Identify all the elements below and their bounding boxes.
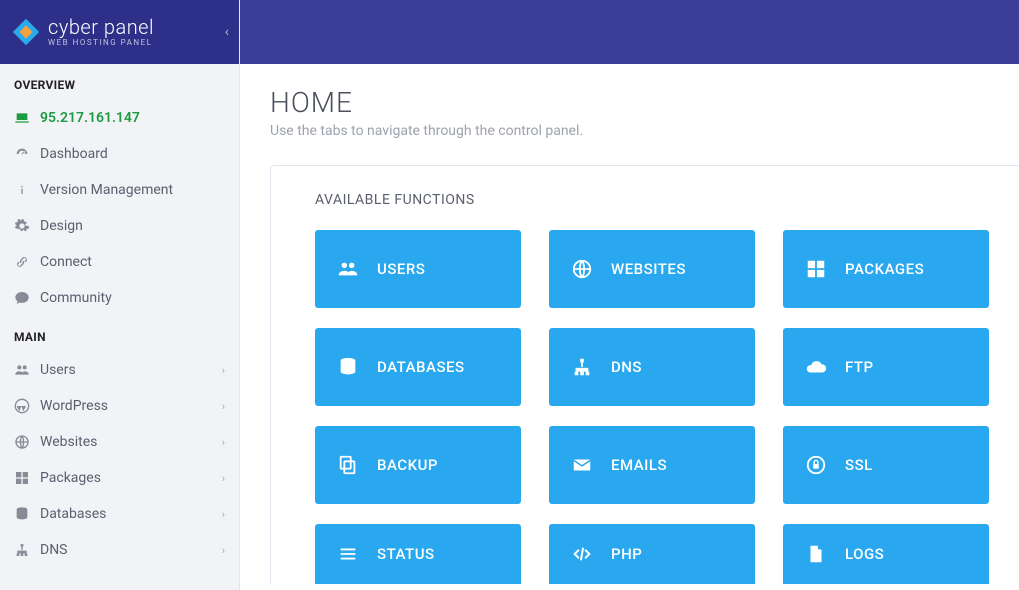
sidebar-item-label: Dashboard [40,146,225,162]
page-title: HOME [270,86,1019,119]
globe-icon [14,434,40,450]
card-dns[interactable]: DNS [549,328,755,406]
sidebar-item-label: WordPress [40,398,222,414]
database-icon [14,506,40,522]
card-label: EMAILS [611,456,667,474]
sidebar-item-label: Websites [40,434,222,450]
sidebar-item-label: DNS [40,542,222,558]
card-php[interactable]: PHP [549,524,755,584]
sidebar-item-95-217-161-147[interactable]: 95.217.161.147 [0,100,239,136]
topbar [240,0,1019,64]
gear-icon [14,218,40,234]
copy-icon [335,454,361,476]
sidebar-item-users[interactable]: Users› [0,352,239,388]
logo-icon [12,18,40,46]
boxes-icon [14,470,40,486]
chevron-right-icon: › [222,436,225,449]
card-label: PACKAGES [845,260,924,278]
sidebar-item-label: Version Management [40,182,225,198]
card-label: STATUS [377,545,435,563]
code-icon [569,543,595,565]
sidebar-item-label: 95.217.161.147 [40,110,225,126]
sidebar-item-dns[interactable]: DNS› [0,532,239,568]
chevron-right-icon: › [222,544,225,557]
sidebar-item-databases[interactable]: Databases› [0,496,239,532]
card-label: FTP [845,358,874,376]
card-ftp[interactable]: FTP [783,328,989,406]
sidebar-item-dashboard[interactable]: Dashboard [0,136,239,172]
sidebar-section-main: MAIN [0,316,239,352]
card-status[interactable]: STATUS [315,524,521,584]
sidebar-item-label: Design [40,218,225,234]
users-icon [335,258,361,280]
lock-icon [803,454,829,476]
card-websites[interactable]: WEBSITES [549,230,755,308]
main-area: HOME Use the tabs to navigate through th… [240,64,1019,590]
boxes-icon [803,258,829,280]
globe-icon [569,258,595,280]
sidebar-item-label: Packages [40,470,222,486]
sidebar-item-design[interactable]: Design [0,208,239,244]
sidebar-item-label: Connect [40,254,225,270]
file-icon [803,543,829,565]
card-backup[interactable]: BACKUP [315,426,521,504]
card-emails[interactable]: EMAILS [549,426,755,504]
sidebar-item-wordpress[interactable]: WordPress› [0,388,239,424]
sitemap-icon [569,356,595,378]
page-subtitle: Use the tabs to navigate through the con… [270,123,1019,139]
users-icon [14,362,40,378]
chevron-right-icon: › [222,472,225,485]
card-users[interactable]: USERS [315,230,521,308]
sidebar-item-community[interactable]: Community [0,280,239,316]
card-label: DNS [611,358,642,376]
sidebar-item-version-management[interactable]: Version Management [0,172,239,208]
sitemap-icon [14,542,40,558]
chevron-right-icon: › [222,400,225,413]
link-icon [14,254,40,270]
sidebar-item-label: Users [40,362,222,378]
sidebar-item-label: Databases [40,506,222,522]
mail-icon [569,454,595,476]
database-icon [335,356,361,378]
card-logs[interactable]: LOGS [783,524,989,584]
chevron-right-icon: › [222,364,225,377]
sidebar-item-websites[interactable]: Websites› [0,424,239,460]
chevron-right-icon: › [222,508,225,521]
card-ssl[interactable]: SSL [783,426,989,504]
card-label: BACKUP [377,456,438,474]
sidebar: cyber panel WEB HOSTING PANEL ‹ OVERVIEW… [0,0,240,590]
brand-sub: WEB HOSTING PANEL [48,39,154,47]
card-label: DATABASES [377,358,465,376]
card-label: USERS [377,260,425,278]
gauge-icon [14,146,40,162]
sidebar-item-label: Community [40,290,225,306]
sidebar-collapse-button[interactable]: ‹ [225,24,229,40]
info-icon [14,182,40,198]
laptop-icon [14,110,40,126]
sidebar-item-packages[interactable]: Packages› [0,460,239,496]
chat-icon [14,290,40,306]
cloud-icon [803,356,829,378]
card-label: WEBSITES [611,260,686,278]
card-packages[interactable]: PACKAGES [783,230,989,308]
card-label: SSL [845,456,873,474]
card-label: PHP [611,545,642,563]
sidebar-section-overview: OVERVIEW [0,64,239,100]
card-databases[interactable]: DATABASES [315,328,521,406]
card-label: LOGS [845,545,884,563]
brand-name: cyber panel [48,17,154,37]
list-icon [335,543,361,565]
sidebar-logo[interactable]: cyber panel WEB HOSTING PANEL ‹ [0,0,239,64]
functions-panel: AVAILABLE FUNCTIONS USERS WEBSITES PACKAGE… [270,165,1019,584]
panel-title: AVAILABLE FUNCTIONS [315,192,989,208]
sidebar-item-connect[interactable]: Connect [0,244,239,280]
wordpress-icon [14,398,40,414]
